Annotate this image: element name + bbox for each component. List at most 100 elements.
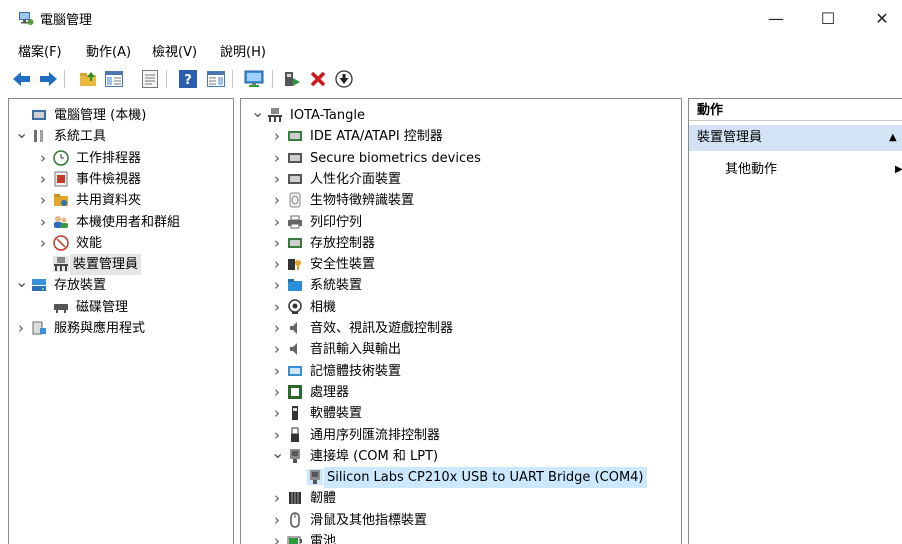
- tree-item[interactable]: › 滑鼠及其他指標裝置: [241, 510, 681, 531]
- menu-view[interactable]: 檢視(V): [152, 41, 197, 60]
- tree-item[interactable]: › 軟體裝置: [241, 403, 681, 424]
- tree-item[interactable]: › 服務與應用程式: [9, 318, 233, 339]
- tree-item[interactable]: › 工作排程器: [9, 148, 233, 169]
- collapse-chevron-icon[interactable]: ⌄: [271, 442, 284, 463]
- expand-chevron-icon[interactable]: ›: [37, 190, 49, 211]
- expand-chevron-icon[interactable]: ›: [271, 382, 283, 403]
- expand-chevron-icon[interactable]: ›: [271, 531, 283, 544]
- tree-item[interactable]: › Secure biometrics devices: [241, 148, 681, 169]
- expand-chevron-icon[interactable]: ›: [271, 275, 283, 296]
- tree-item[interactable]: › 共用資料夾: [9, 190, 233, 211]
- collapse-chevron-icon[interactable]: ⌄: [251, 101, 264, 122]
- expand-chevron-icon[interactable]: ›: [15, 318, 27, 339]
- tree-item[interactable]: › 處理器: [241, 382, 681, 403]
- tree-item-label: 電腦管理 (本機): [54, 108, 147, 123]
- tree-item[interactable]: › 人性化介面裝置: [241, 169, 681, 190]
- tree-item[interactable]: 裝置管理員: [9, 254, 233, 276]
- tree-item[interactable]: › 韌體: [241, 488, 681, 509]
- menu-action[interactable]: 動作(A): [86, 41, 131, 60]
- maximize-button[interactable]: ☐: [808, 4, 848, 32]
- processor-icon: [287, 384, 303, 400]
- toolbar-separator: [232, 70, 233, 88]
- tree-item-label: 軟體裝置: [310, 406, 363, 422]
- expand-chevron-icon[interactable]: ›: [271, 148, 283, 169]
- update-driver-icon[interactable]: [282, 69, 302, 89]
- tree-item-label: 生物特徵辨識裝置: [310, 193, 415, 209]
- actions-header: 動作: [689, 99, 902, 121]
- expand-chevron-icon[interactable]: ›: [271, 318, 283, 339]
- expand-chevron-icon[interactable]: ›: [271, 488, 283, 509]
- tree-item[interactable]: › 列印佇列: [241, 212, 681, 233]
- expand-chevron-icon[interactable]: ›: [271, 510, 283, 531]
- tree-item[interactable]: › 通用序列匯流排控制器: [241, 425, 681, 446]
- actions-group-device-manager[interactable]: 裝置管理員 ▲: [689, 125, 902, 151]
- submenu-arrow-icon[interactable]: ▶: [895, 157, 902, 183]
- tree-item[interactable]: › 本機使用者和群組: [9, 212, 233, 233]
- tree-item[interactable]: ⌄ 連接埠 (COM 和 LPT): [241, 443, 681, 467]
- tree-item[interactable]: › 音效、視訊及遊戲控制器: [241, 318, 681, 339]
- tree-item[interactable]: › 相機: [241, 297, 681, 318]
- tree-item-label: 安全性裝置: [310, 257, 376, 273]
- collapse-arrow-icon[interactable]: ▲: [889, 125, 897, 151]
- expand-chevron-icon[interactable]: ›: [271, 169, 283, 190]
- scan-hardware-icon[interactable]: [334, 69, 354, 89]
- expand-chevron-icon[interactable]: ›: [271, 126, 283, 147]
- toolbar-separator: [272, 70, 273, 88]
- tree-item-label: 共用資料夾: [76, 193, 142, 209]
- tree-item[interactable]: Silicon Labs CP210x USB to UART Bridge (…: [241, 467, 681, 489]
- show-tree-icon[interactable]: [104, 69, 124, 89]
- device-manager-icon: [53, 256, 69, 273]
- tree-item[interactable]: › 生物特徵辨識裝置: [241, 190, 681, 211]
- tree-item-label: 效能: [76, 235, 103, 251]
- expand-chevron-icon[interactable]: ›: [271, 361, 283, 382]
- console-tree-pane: 電腦管理 (本機) ⌄ 系統工具 › 工作排程器 › 事件檢視器 › 共用資料夾 › 本機使用者和群…: [8, 98, 234, 544]
- show-action-pane-icon[interactable]: [206, 69, 226, 89]
- biometric-icon: [287, 150, 303, 166]
- tree-item-label: 工作排程器: [76, 150, 142, 166]
- tree-item-label: 韌體: [310, 491, 337, 507]
- expand-chevron-icon[interactable]: ›: [271, 190, 283, 211]
- menu-help[interactable]: 說明(H): [220, 41, 266, 60]
- tree-item[interactable]: › 記憶體技術裝置: [241, 361, 681, 382]
- tree-item[interactable]: › 安全性裝置: [241, 254, 681, 275]
- collapse-chevron-icon[interactable]: ⌄: [15, 122, 28, 143]
- expand-chevron-icon[interactable]: ›: [271, 233, 283, 254]
- security-device-icon: [287, 256, 303, 272]
- tree-item[interactable]: ⌄ IOTA-Tangle: [241, 102, 681, 126]
- tree-item[interactable]: › 系統裝置: [241, 275, 681, 296]
- tree-item[interactable]: ⌄ 存放裝置: [9, 272, 233, 296]
- expand-chevron-icon[interactable]: ›: [37, 148, 49, 169]
- collapse-chevron-icon[interactable]: ⌄: [15, 271, 28, 292]
- tree-item[interactable]: › 事件檢視器: [9, 169, 233, 190]
- tree-item[interactable]: 電腦管理 (本機): [9, 105, 233, 126]
- expand-chevron-icon[interactable]: ›: [271, 297, 283, 318]
- up-folder-icon[interactable]: [78, 69, 98, 89]
- tree-item[interactable]: › 效能: [9, 233, 233, 254]
- properties-icon[interactable]: [140, 69, 160, 89]
- monitor-icon[interactable]: [244, 69, 264, 89]
- expand-chevron-icon[interactable]: ›: [271, 254, 283, 275]
- tree-item-label: 磁碟管理: [76, 299, 129, 315]
- expand-chevron-icon[interactable]: ›: [37, 212, 49, 233]
- back-icon[interactable]: [12, 69, 32, 89]
- expand-chevron-icon[interactable]: ›: [271, 403, 283, 424]
- menu-file[interactable]: 檔案(F): [18, 41, 62, 60]
- close-icon: ✕: [875, 8, 889, 28]
- expand-chevron-icon[interactable]: ›: [271, 339, 283, 360]
- tree-item[interactable]: › 電池: [241, 531, 681, 544]
- uninstall-icon[interactable]: [308, 69, 328, 89]
- more-actions-item[interactable]: 其他動作: [725, 157, 777, 183]
- tree-item[interactable]: ⌄ 系統工具: [9, 123, 233, 147]
- tree-item[interactable]: › 存放控制器: [241, 233, 681, 254]
- tree-item[interactable]: 磁碟管理: [9, 297, 233, 318]
- help-icon[interactable]: ?: [178, 69, 198, 89]
- tree-item-label: 列印佇列: [310, 214, 363, 230]
- expand-chevron-icon[interactable]: ›: [37, 169, 49, 190]
- forward-icon[interactable]: [38, 69, 58, 89]
- tree-item[interactable]: › IDE ATA/ATAPI 控制器: [241, 126, 681, 147]
- minimize-button[interactable]: —: [756, 4, 796, 32]
- close-button[interactable]: ✕: [862, 4, 902, 32]
- tree-item[interactable]: › 音訊輸入與輸出: [241, 339, 681, 360]
- expand-chevron-icon[interactable]: ›: [271, 212, 283, 233]
- expand-chevron-icon[interactable]: ›: [37, 233, 49, 254]
